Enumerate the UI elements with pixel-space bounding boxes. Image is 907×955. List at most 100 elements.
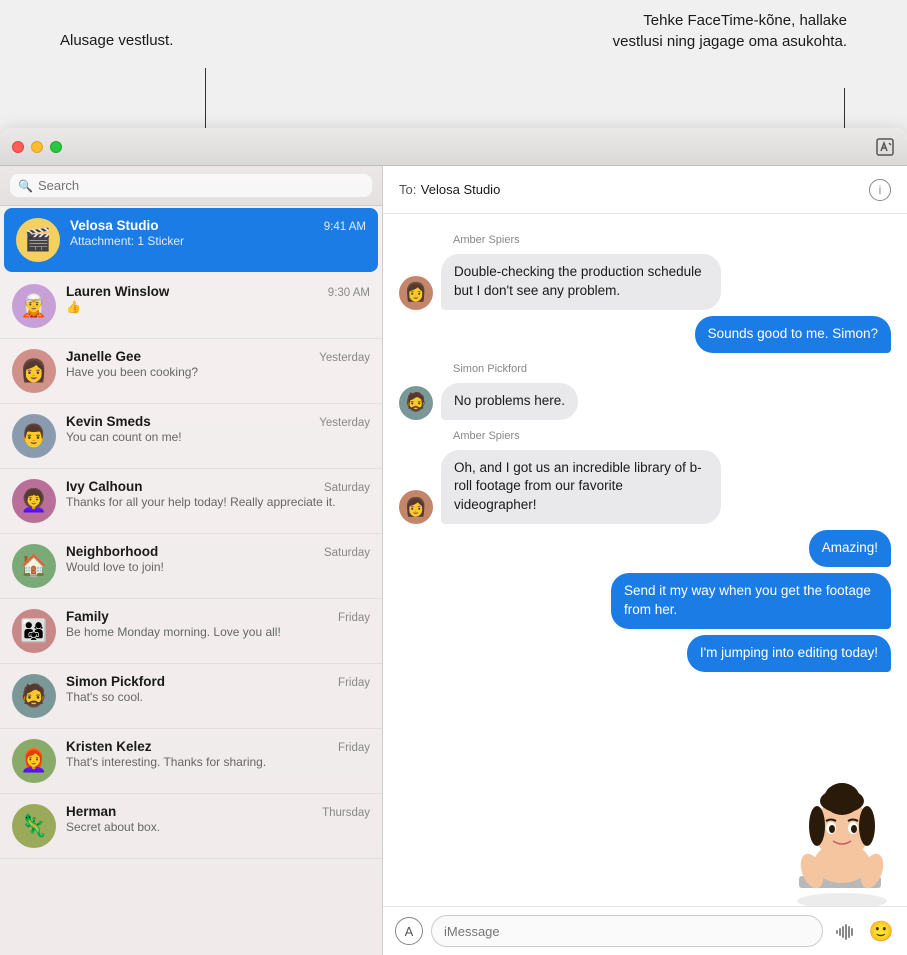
imessage-input[interactable]	[431, 915, 823, 947]
maximize-button[interactable]	[50, 141, 62, 153]
audio-button[interactable]	[831, 917, 859, 945]
avatar-janelle-gee: 👩	[12, 349, 56, 393]
annotation-line-left	[205, 68, 206, 128]
minimize-button[interactable]	[31, 141, 43, 153]
sender-label: Amber Spiers	[453, 430, 520, 442]
message-bubble: Oh, and I got us an incredible library o…	[441, 450, 721, 525]
conversation-name: Neighborhood	[66, 544, 158, 559]
conversation-time: 9:41 AM	[324, 221, 366, 233]
annotation-right: Tehke FaceTime-kõne, hallakevestlusi nin…	[613, 10, 847, 52]
conversation-preview: Attachment: 1 Sticker	[70, 234, 366, 248]
chat-to-label: To: Velosa Studio	[399, 181, 500, 199]
conversation-preview: Secret about box.	[66, 820, 370, 834]
close-button[interactable]	[12, 141, 24, 153]
conversation-item-velosa-studio[interactable]: 🎬 Velosa Studio 9:41 AMAttachment: 1 Stick…	[4, 208, 378, 272]
conversation-item-herman[interactable]: 🦎 Herman ThursdaySecret about box.	[0, 794, 382, 859]
message-row: 🧔No problems here.	[399, 383, 891, 420]
conversation-body-ivy-calhoun: Ivy CalhounSaturdayThanks for all your h…	[66, 479, 370, 509]
message-row: Amazing!	[399, 530, 891, 567]
conversation-preview: Thanks for all your help today! Really a…	[66, 495, 370, 509]
chat-area: To: Velosa Studio i Amber Spiers 👩Double-…	[383, 166, 907, 955]
conversation-item-kevin-smeds[interactable]: 👨 Kevin Smeds YesterdayYou can count on me…	[0, 404, 382, 469]
memoji-figure	[787, 771, 897, 906]
message-avatar: 👩	[399, 490, 433, 524]
annotations: Alusage vestlust. Tehke FaceTime-kõne, h…	[0, 0, 907, 130]
search-input-wrapper[interactable]: 🔍	[10, 174, 372, 197]
title-bar	[0, 128, 907, 166]
conversation-time: Yesterday	[319, 417, 370, 429]
conversation-preview: That's interesting. Thanks for sharing.	[66, 755, 370, 769]
annotation-line-right	[844, 88, 845, 130]
emoji-button[interactable]: 🙂	[867, 917, 895, 945]
avatar-herman: 🦎	[12, 804, 56, 848]
conversation-time: Friday	[338, 612, 370, 624]
avatar-velosa-studio: 🎬	[16, 218, 60, 262]
conversation-time: Saturday	[324, 547, 370, 559]
info-button[interactable]: i	[869, 179, 891, 201]
app-store-icon: A	[405, 924, 414, 939]
avatar-family: 👨‍👩‍👧	[12, 609, 56, 653]
conversation-time: 9:30 AM	[328, 287, 370, 299]
conversation-body-velosa-studio: Velosa Studio 9:41 AMAttachment: 1 Sticke…	[70, 218, 366, 248]
avatar-lauren-winslow: 🧝	[12, 284, 56, 328]
conversation-body-lauren-winslow: Lauren Winslow9:30 AM👍	[66, 284, 370, 314]
conversation-body-kevin-smeds: Kevin Smeds YesterdayYou can count on me!	[66, 414, 370, 444]
conversation-item-lauren-winslow[interactable]: 🧝 Lauren Winslow9:30 AM👍	[0, 274, 382, 339]
sender-label: Amber Spiers	[453, 234, 520, 246]
app-store-button[interactable]: A	[395, 917, 423, 945]
message-bubble: Amazing!	[809, 530, 891, 567]
audio-waveform-icon	[835, 921, 855, 941]
conversation-body-janelle-gee: Janelle GeeYesterdayHave you been cookin…	[66, 349, 370, 379]
conversation-preview: Be home Monday morning. Love you all!	[66, 625, 370, 639]
message-row: Send it my way when you get the footage …	[399, 573, 891, 629]
message-avatar: 👩	[399, 276, 433, 310]
message-bubble: No problems here.	[441, 383, 578, 420]
conversation-item-janelle-gee[interactable]: 👩 Janelle GeeYesterdayHave you been cooki…	[0, 339, 382, 404]
conversation-item-kristen-kelez[interactable]: 👩‍🦰Kristen KelezFridayThat's interesting…	[0, 729, 382, 794]
conversation-name: Family	[66, 609, 109, 624]
conversation-preview: You can count on me!	[66, 430, 370, 444]
message-bubble: I'm jumping into editing today!	[687, 635, 891, 672]
message-bubble: Sounds good to me. Simon?	[695, 316, 891, 353]
annotation-left: Alusage vestlust.	[60, 30, 173, 51]
conversation-item-family[interactable]: 👨‍👩‍👧 Family FridayBe home Monday morning.…	[0, 599, 382, 664]
conversation-body-simon-pickford: Simon PickfordFridayThat's so cool.	[66, 674, 370, 704]
sender-label: Simon Pickford	[453, 363, 527, 375]
conversation-preview: 👍	[66, 300, 370, 314]
message-input-area: A 🙂	[383, 906, 907, 955]
conversation-body-herman: Herman ThursdaySecret about box.	[66, 804, 370, 834]
conversation-item-simon-pickford[interactable]: 🧔 Simon PickfordFridayThat's so cool.	[0, 664, 382, 729]
avatar-kevin-smeds: 👨	[12, 414, 56, 458]
conversation-body-family: Family FridayBe home Monday morning. Love…	[66, 609, 370, 639]
message-row: 👩Double-checking the production schedule…	[399, 254, 891, 310]
conversation-name: Velosa Studio	[70, 218, 159, 233]
avatar-ivy-calhoun: 👩‍🦱	[12, 479, 56, 523]
conversation-name: Janelle Gee	[66, 349, 141, 364]
search-input[interactable]	[38, 178, 364, 193]
traffic-lights	[12, 141, 62, 153]
conversation-name: Ivy Calhoun	[66, 479, 143, 494]
avatar-simon-pickford: 🧔	[12, 674, 56, 718]
conversation-body-kristen-kelez: Kristen KelezFridayThat's interesting. T…	[66, 739, 370, 769]
chat-header: To: Velosa Studio i	[383, 166, 907, 214]
conversation-preview: Would love to join!	[66, 560, 370, 574]
chat-recipient-name: Velosa Studio	[421, 182, 501, 197]
chat-to-text: To:	[399, 182, 416, 197]
conversation-time: Thursday	[322, 807, 370, 819]
message-bubble: Send it my way when you get the footage …	[611, 573, 891, 629]
avatar-neighborhood: 🏠	[12, 544, 56, 588]
conversation-name: Kevin Smeds	[66, 414, 151, 429]
conversation-item-neighborhood[interactable]: 🏠 Neighborhood SaturdayWould love to join!	[0, 534, 382, 599]
compose-button[interactable]	[875, 137, 895, 157]
search-icon: 🔍	[18, 179, 33, 193]
emoji-icon: 🙂	[869, 919, 894, 944]
conversation-name: Kristen Kelez	[66, 739, 152, 754]
search-bar: 🔍	[0, 166, 382, 206]
memoji-area	[383, 771, 907, 906]
message-row: I'm jumping into editing today!	[399, 635, 891, 672]
main-content: 🔍 🎬 Velosa Studio 9:41 AMAttachment: 1 Sti…	[0, 166, 907, 955]
conversation-name: Herman	[66, 804, 116, 819]
sidebar: 🔍 🎬 Velosa Studio 9:41 AMAttachment: 1 Sti…	[0, 166, 383, 955]
conversation-body-neighborhood: Neighborhood SaturdayWould love to join!	[66, 544, 370, 574]
conversation-item-ivy-calhoun[interactable]: 👩‍🦱 Ivy CalhounSaturdayThanks for all you…	[0, 469, 382, 534]
